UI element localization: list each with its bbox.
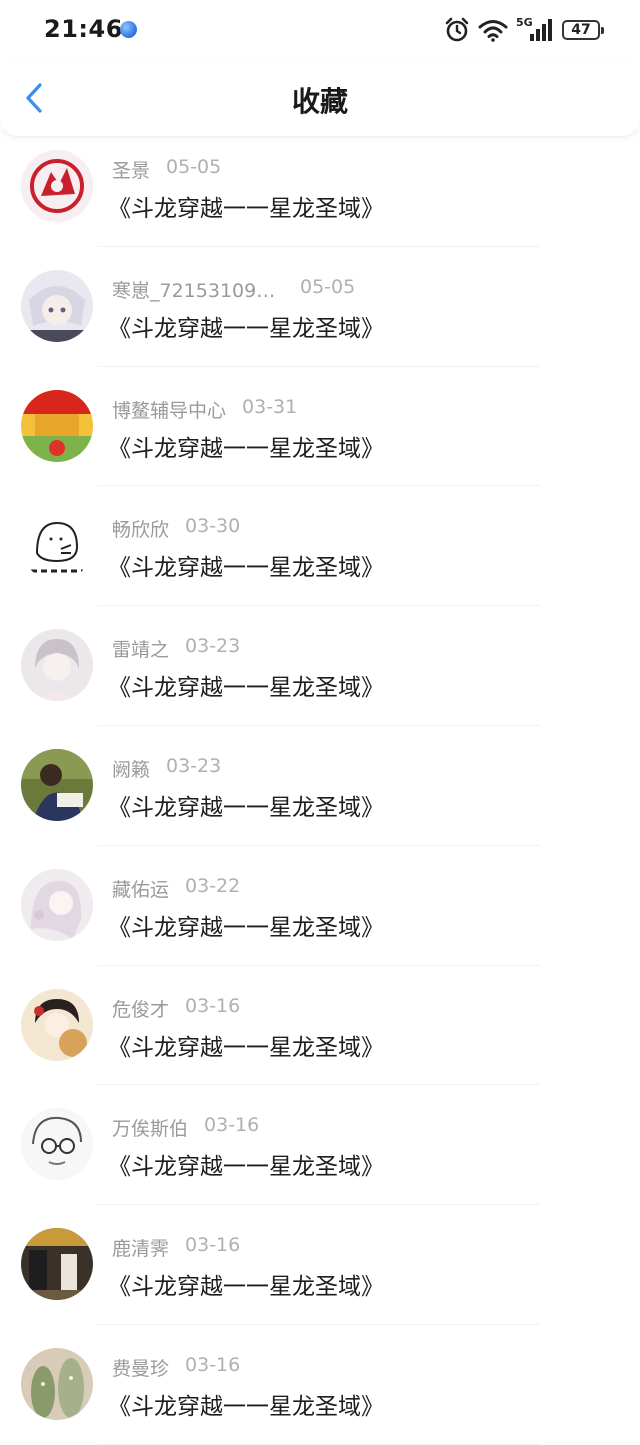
avatar[interactable] <box>21 150 93 222</box>
app-notification-icon <box>120 21 137 38</box>
item-meta: 畅欣欣 03-30 <box>112 515 240 542</box>
user-name: 费曼珍 <box>112 1357 170 1380</box>
favorite-date: 03-31 <box>242 395 298 418</box>
book-title: 《斗龙穿越一一星龙圣域》 <box>108 1034 384 1061</box>
book-title: 《斗龙穿越一一星龙圣域》 <box>108 1393 384 1420</box>
book-title: 《斗龙穿越一一星龙圣域》 <box>108 435 384 462</box>
list-item[interactable]: 藏佑运 03-22 《斗龙穿越一一星龙圣域》 <box>0 846 640 966</box>
list-item[interactable]: 畅欣欣 03-30 《斗龙穿越一一星龙圣域》 <box>0 486 640 606</box>
avatar[interactable] <box>21 1228 93 1301</box>
book-title: 《斗龙穿越一一星龙圣域》 <box>108 1154 384 1181</box>
status-bar: 21:46 5G 47 <box>0 0 640 60</box>
page-title: 收藏 <box>291 85 348 118</box>
battery-level: 47 <box>571 22 591 38</box>
user-name: 阙籁 <box>112 758 151 781</box>
favorite-date: 03-16 <box>204 1114 260 1137</box>
favorite-date: 03-16 <box>185 1234 241 1257</box>
list-item[interactable]: 博鳌辅导中心 03-31 《斗龙穿越一一星龙圣域》 <box>0 367 640 487</box>
favorite-date: 03-16 <box>185 1353 241 1376</box>
favorites-list: 圣景 05-05 《斗龙穿越一一星龙圣域》 寒崽_721531099... 05-0… <box>0 127 640 1445</box>
user-name: 圣景 <box>112 160 151 182</box>
item-meta: 藏佑运 03-22 <box>112 875 240 902</box>
avatar[interactable] <box>21 1108 93 1181</box>
item-meta: 费曼珍 03-16 <box>112 1354 240 1381</box>
header-bar: 收藏 <box>0 60 640 137</box>
avatar[interactable] <box>21 509 93 582</box>
user-name: 危俊才 <box>112 998 170 1021</box>
book-title: 《斗龙穿越一一星龙圣域》 <box>108 675 384 702</box>
user-name: 雷靖之 <box>112 639 170 662</box>
status-time: 21:46 <box>44 15 123 43</box>
user-name: 畅欣欣 <box>112 519 170 542</box>
cellular-signal-icon: 5G <box>516 16 554 43</box>
list-item[interactable]: 阙籁 03-23 《斗龙穿越一一星龙圣域》 <box>0 726 640 846</box>
user-name: 藏佑运 <box>112 878 170 901</box>
favorite-date: 03-22 <box>185 874 241 897</box>
avatar[interactable] <box>21 629 93 702</box>
book-title: 《斗龙穿越一一星龙圣域》 <box>108 196 384 222</box>
user-name: 寒崽_721531099... <box>112 279 284 302</box>
book-title: 《斗龙穿越一一星龙圣域》 <box>108 1274 384 1301</box>
item-meta: 寒崽_721531099... 05-05 <box>112 276 355 303</box>
list-item[interactable]: 寒崽_721531099... 05-05 《斗龙穿越一一星龙圣域》 <box>0 247 640 367</box>
book-title: 《斗龙穿越一一星龙圣域》 <box>108 315 384 342</box>
avatar[interactable] <box>21 988 93 1061</box>
status-icons: 5G 47 <box>444 16 604 44</box>
battery-icon: 47 <box>562 20 604 40</box>
book-title: 《斗龙穿越一一星龙圣域》 <box>108 555 384 582</box>
item-meta: 鹿清霁 03-16 <box>112 1234 240 1261</box>
book-title: 《斗龙穿越一一星龙圣域》 <box>108 914 384 941</box>
favorite-date: 05-05 <box>300 275 356 298</box>
avatar[interactable] <box>21 389 93 462</box>
item-meta: 危俊才 03-16 <box>112 995 240 1022</box>
avatar[interactable] <box>21 1347 93 1420</box>
avatar[interactable] <box>21 269 93 342</box>
user-name: 博鳌辅导中心 <box>112 399 227 422</box>
avatar[interactable] <box>21 748 93 821</box>
item-meta: 圣景 05-05 <box>112 156 221 183</box>
wifi-icon <box>478 20 508 42</box>
user-name: 万俟斯伯 <box>112 1118 189 1141</box>
favorite-date: 03-23 <box>185 635 241 658</box>
item-meta: 博鳌辅导中心 03-31 <box>112 396 297 423</box>
favorite-date: 03-16 <box>185 994 241 1017</box>
favorite-date: 03-30 <box>185 515 241 538</box>
alarm-clock-icon <box>445 17 469 42</box>
favorite-date: 05-05 <box>166 156 222 178</box>
list-item[interactable]: 鹿清霁 03-16 《斗龙穿越一一星龙圣域》 <box>0 1205 640 1325</box>
list-item[interactable]: 圣景 05-05 《斗龙穿越一一星龙圣域》 <box>0 127 640 247</box>
favorite-date: 03-23 <box>166 754 222 777</box>
list-item[interactable]: 雷靖之 03-23 《斗龙穿越一一星龙圣域》 <box>0 606 640 726</box>
book-title: 《斗龙穿越一一星龙圣域》 <box>108 794 384 821</box>
list-item[interactable]: 万俟斯伯 03-16 《斗龙穿越一一星龙圣域》 <box>0 1085 640 1205</box>
list-item[interactable]: 危俊才 03-16 《斗龙穿越一一星龙圣域》 <box>0 966 640 1086</box>
user-name: 鹿清霁 <box>112 1238 170 1261</box>
item-meta: 雷靖之 03-23 <box>112 635 240 662</box>
item-meta: 万俟斯伯 03-16 <box>112 1114 259 1141</box>
avatar[interactable] <box>21 868 93 941</box>
item-meta: 阙籁 03-23 <box>112 755 221 782</box>
list-item[interactable]: 费曼珍 03-16 《斗龙穿越一一星龙圣域》 <box>0 1325 640 1445</box>
